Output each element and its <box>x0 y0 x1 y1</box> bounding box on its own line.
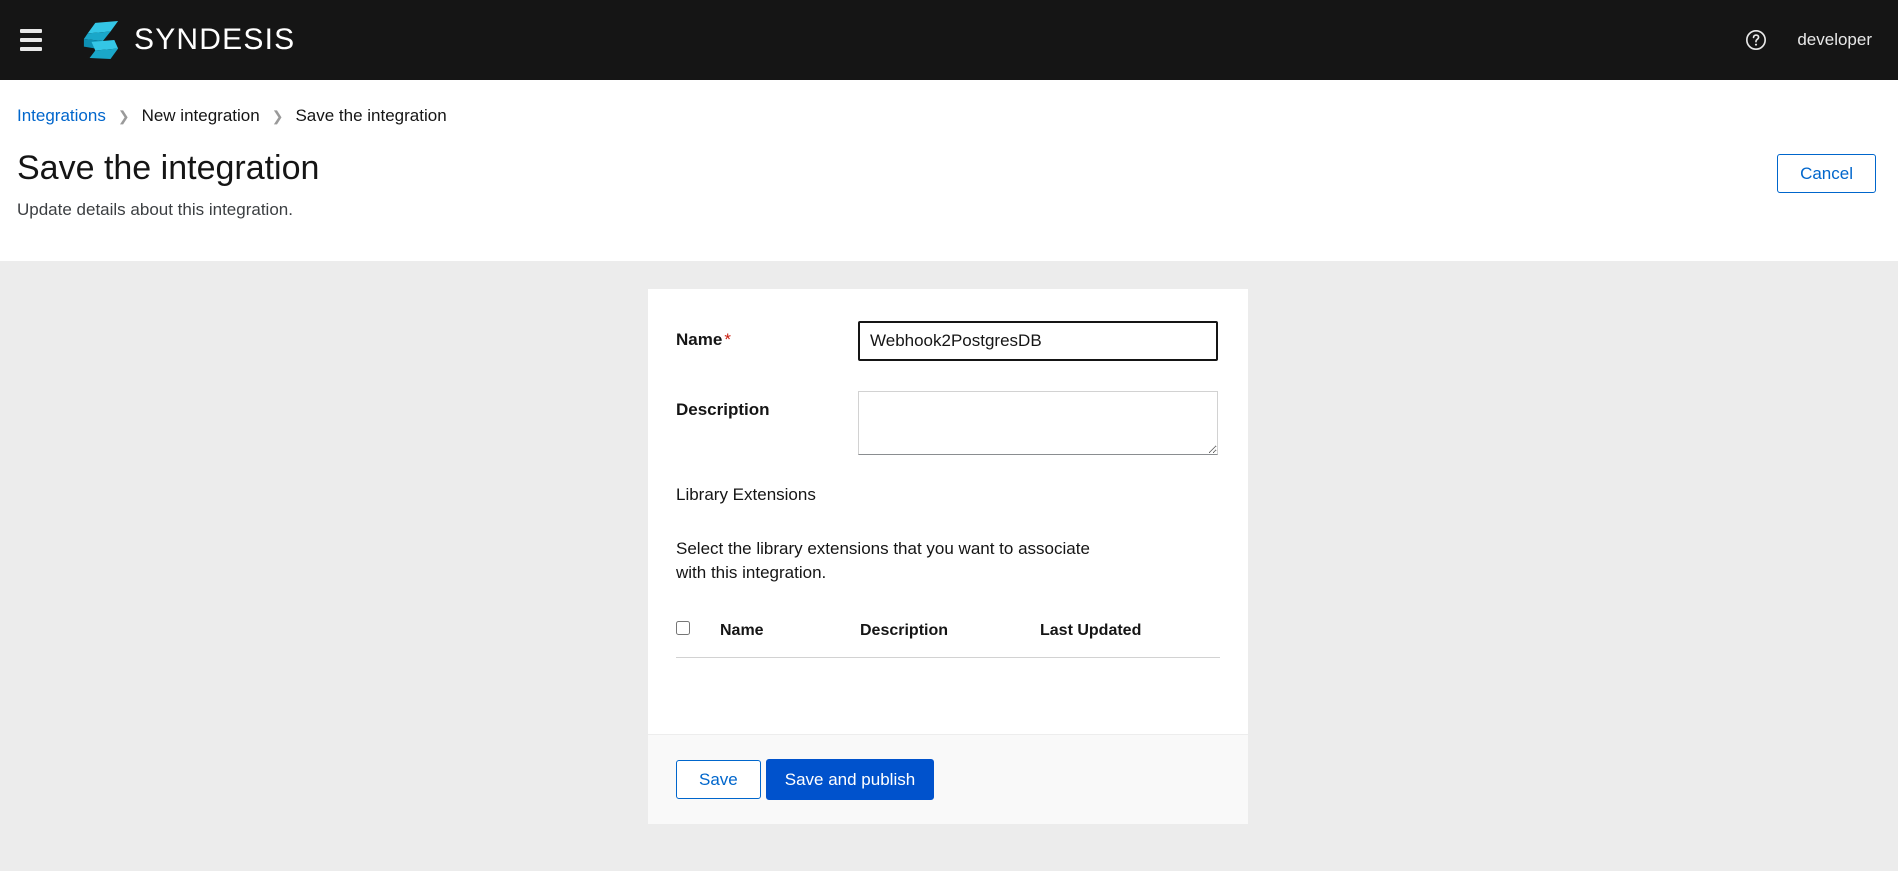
breadcrumb-separator-1: ❯ <box>117 107 130 124</box>
breadcrumb-item-save-the-integration: Save the integration <box>295 106 447 125</box>
brand-link[interactable]: SYNDESIS <box>82 20 295 60</box>
masthead-actions: developer <box>1745 29 1872 51</box>
hamburger-icon[interactable] <box>16 25 46 55</box>
page-title-row: Save the integration Update details abou… <box>0 126 1898 220</box>
library-extensions-help-text: Select the library extensions that you w… <box>676 539 1090 583</box>
name-required-marker: * <box>724 330 731 349</box>
page-title: Save the integration <box>17 149 320 187</box>
description-field-row: Description <box>676 391 1220 455</box>
library-extensions-table: Name Description Last Updated <box>676 621 1220 704</box>
header-actions: Cancel <box>1777 154 1876 193</box>
page-body: Name* Description Library Extensions Sel… <box>0 261 1898 871</box>
save-and-publish-button[interactable]: Save and publish <box>765 759 935 801</box>
column-header-name: Name <box>720 621 860 659</box>
cancel-button[interactable]: Cancel <box>1777 154 1876 193</box>
table-header-row: Name Description Last Updated <box>676 621 1220 659</box>
hamburger-bar-2 <box>20 38 42 42</box>
form-footer: Save Save and publish <box>648 734 1248 825</box>
masthead: SYNDESIS developer <box>0 0 1898 80</box>
user-menu[interactable]: developer <box>1797 30 1872 50</box>
table-empty-row <box>676 658 1220 705</box>
breadcrumb-item-integrations[interactable]: Integrations <box>17 106 106 126</box>
form-body: Name* Description Library Extensions Sel… <box>648 289 1248 734</box>
hamburger-bar-1 <box>20 29 42 33</box>
name-label-text: Name <box>676 330 723 349</box>
save-button[interactable]: Save <box>676 760 761 800</box>
description-textarea[interactable] <box>858 391 1218 455</box>
name-input[interactable] <box>858 321 1218 361</box>
help-circle-icon[interactable] <box>1745 29 1767 51</box>
breadcrumb-separator-2: ❯ <box>271 107 284 124</box>
name-field-row: Name * <box>676 321 1220 361</box>
page-subtitle: Update details about this integration. <box>17 199 293 219</box>
breadcrumb-item-new-integration: New integration <box>141 106 260 125</box>
breadcrumb: Integrations ❯ New integration ❯ Save th… <box>0 80 1898 126</box>
save-integration-form-card: Name* Description Library Extensions Sel… <box>648 289 1248 825</box>
description-label: Description <box>676 400 770 419</box>
name-label: Name * <box>676 321 858 350</box>
library-extensions-table-head: Name Description Last Updated <box>676 621 1220 659</box>
page-subheader: Integrations ❯ New integration ❯ Save th… <box>0 80 1898 261</box>
table-empty-cell <box>676 658 1220 705</box>
brand-name: SYNDESIS <box>134 23 296 56</box>
select-all-extensions-checkbox[interactable] <box>676 621 690 636</box>
hamburger-bar-3 <box>20 47 42 51</box>
select-all-cell <box>676 621 720 659</box>
page-title-block: Save the integration Update details abou… <box>17 148 1777 220</box>
column-header-last-updated: Last Updated <box>1040 621 1220 659</box>
column-header-description: Description <box>860 621 1040 659</box>
syndesis-logo-icon <box>83 21 119 59</box>
library-extensions-section-label: Library Extensions <box>676 485 816 504</box>
library-extensions-table-body <box>676 658 1220 705</box>
